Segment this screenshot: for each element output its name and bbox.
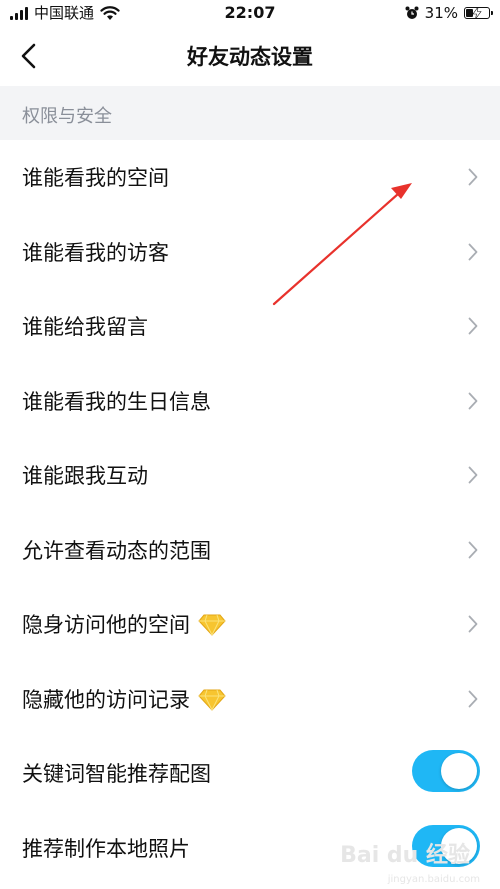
alarm-icon [405,6,419,19]
row-label: 谁能跟我互动 [22,464,148,488]
chevron-right-icon[interactable] [468,168,478,186]
row-label: 关键词智能推荐配图 [22,762,211,786]
toggle-switch[interactable] [412,750,480,792]
chevron-right-icon[interactable] [468,243,478,261]
charging-bolt-icon [472,7,482,19]
row-label: 允许查看动态的范围 [22,539,211,563]
settings-row[interactable]: 谁能跟我互动 [0,438,500,513]
row-label-text: 谁能跟我互动 [22,464,148,488]
watermark-url: jingyan.baidu.com [387,874,480,885]
toggle-knob [441,753,477,789]
navigation-bar: 好友动态设置 [0,28,500,86]
chevron-right-icon[interactable] [468,690,478,708]
settings-row[interactable]: 谁能给我留言 [0,289,500,364]
chevron-right-icon[interactable] [468,615,478,633]
row-label: 谁能看我的访客 [22,241,169,265]
battery-icon [464,7,493,19]
settings-list: 谁能看我的空间 谁能看我的访客 谁能给我留言谁能看我的生日信息 谁能跟我互动允许查看动… [0,140,500,885]
settings-row[interactable]: 隐藏他的访问记录 [0,662,500,737]
status-right: 31% [405,4,493,22]
section-title: 权限与安全 [22,106,112,127]
watermark-brand: Bai du 经验 [340,843,470,868]
settings-row[interactable]: 谁能看我的空间 [0,140,500,215]
settings-row[interactable]: 隐身访问他的空间 [0,587,500,662]
chevron-right-icon[interactable] [468,466,478,484]
row-label: 谁能给我留言 [22,315,148,339]
row-label: 谁能看我的空间 [22,166,169,190]
settings-row[interactable]: 谁能看我的生日信息 [0,364,500,439]
battery-nub [491,11,493,15]
chevron-right-icon[interactable] [468,541,478,559]
settings-row[interactable]: 谁能看我的访客 [0,215,500,290]
page-title: 好友动态设置 [187,45,313,69]
row-label-text: 推荐制作本地照片 [22,836,190,861]
section-header: 权限与安全 [0,86,500,140]
status-bar: 中国联通 22:07 31% [0,0,500,28]
row-label: 隐藏他的访问记录 [22,688,226,712]
row-label-text: 谁能看我的空间 [22,166,169,190]
row-label-text: 谁能给我留言 [22,315,148,339]
row-label-text: 允许查看动态的范围 [22,538,211,563]
row-label-text: 隐身访问他的空间 [22,613,190,637]
row-label-text: 关键词智能推荐配图 [22,762,211,786]
settings-row[interactable]: 允许查看动态的范围 [0,513,500,588]
row-label: 谁能看我的生日信息 [22,390,211,414]
settings-row[interactable]: 关键词智能推荐配图 [0,736,500,811]
row-label-text: 谁能看我的生日信息 [22,389,211,414]
diamond-icon [198,689,226,711]
row-label-text: 谁能看我的访客 [22,240,169,265]
battery-percent: 31% [424,4,458,22]
chevron-right-icon[interactable] [468,317,478,335]
row-label: 隐身访问他的空间 [22,613,226,637]
diamond-icon [198,614,226,636]
chevron-right-icon[interactable] [468,392,478,410]
row-label: 推荐制作本地照片 [22,837,190,861]
row-label-text: 隐藏他的访问记录 [22,687,190,712]
